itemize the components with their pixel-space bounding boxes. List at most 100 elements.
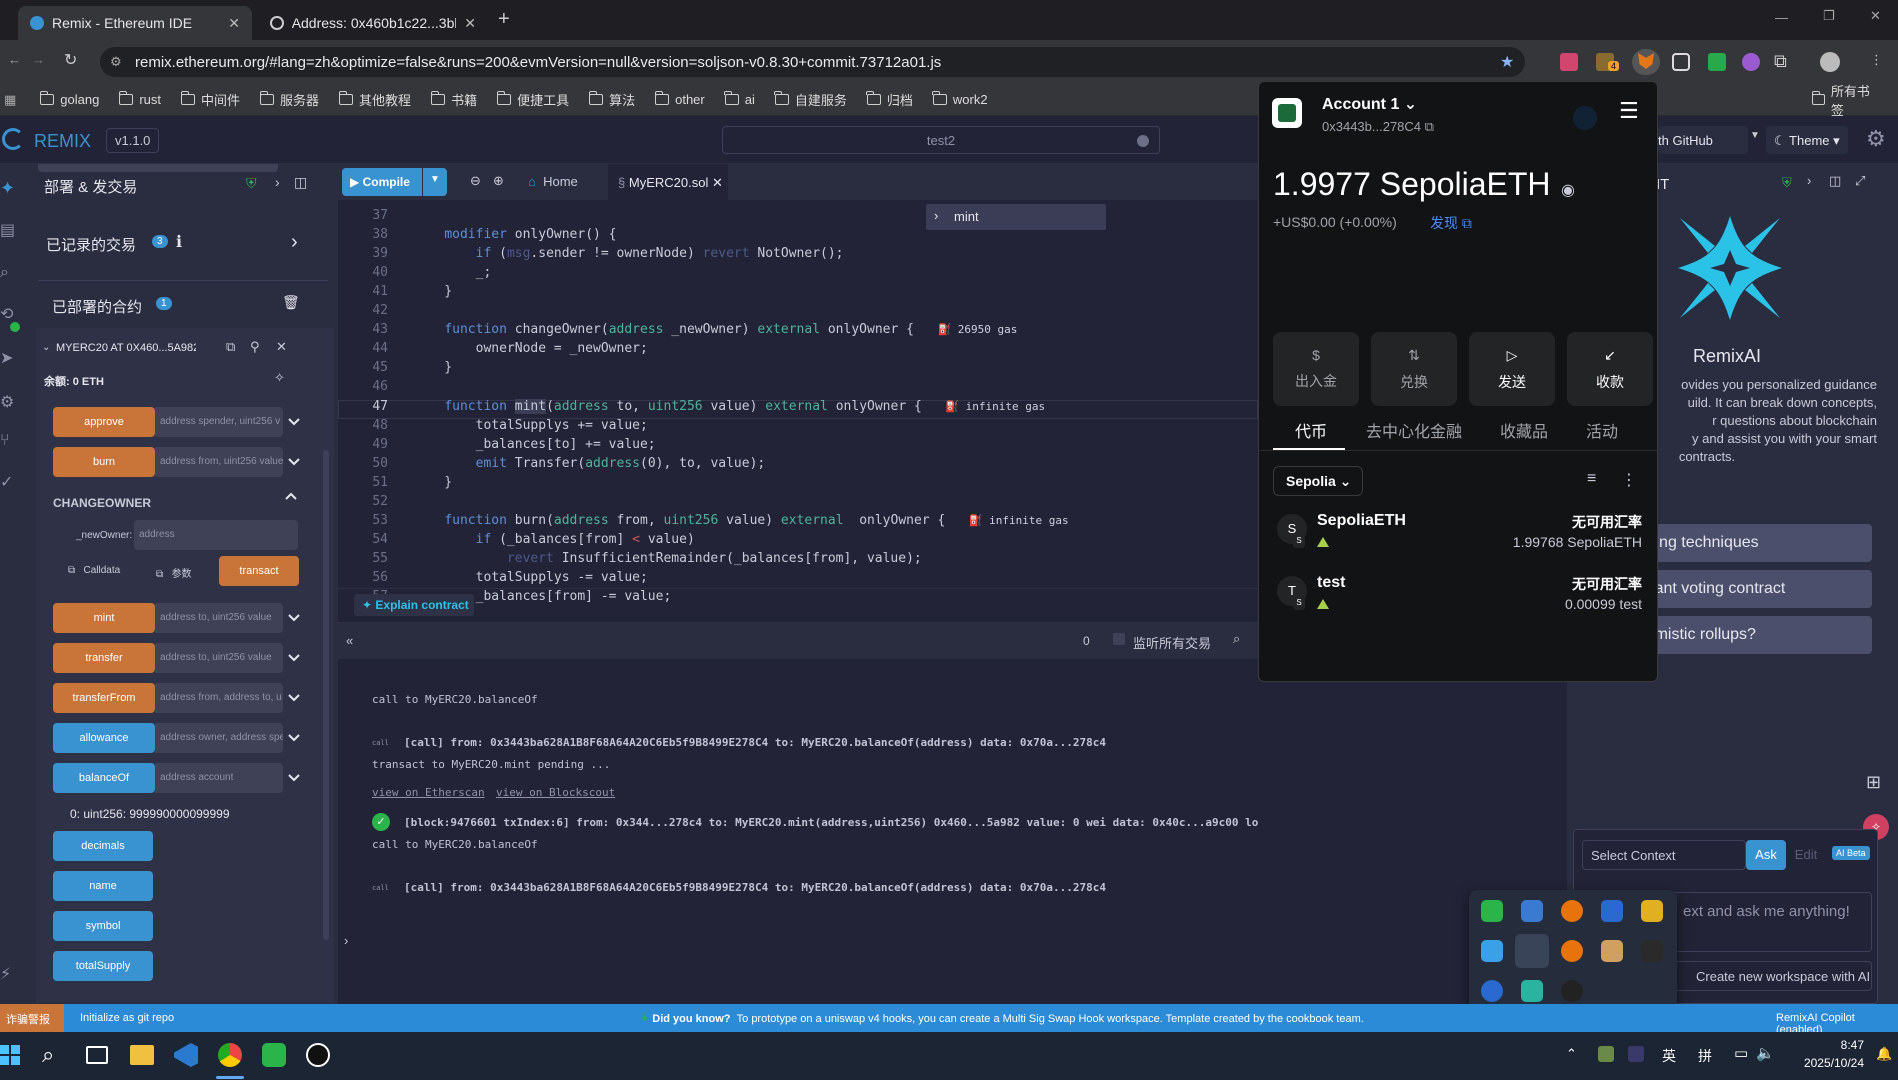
burn-button[interactable]: burn xyxy=(53,447,155,477)
init-git-button[interactable]: Initialize as git repo xyxy=(80,1012,174,1024)
bookmark-folder[interactable]: work2 xyxy=(932,91,988,107)
filter-icon[interactable]: ≡ xyxy=(1587,470,1596,488)
taskbar-search-icon[interactable]: ⌕ xyxy=(42,1042,54,1068)
expand-chevron-icon[interactable] xyxy=(288,774,300,782)
bookmark-folder[interactable]: other xyxy=(654,91,705,107)
back-icon[interactable]: ← xyxy=(8,52,21,67)
bookmark-folder[interactable]: 其他教程 xyxy=(338,90,411,109)
chevron-right-icon[interactable]: › xyxy=(275,174,280,190)
notification-icon[interactable]: 🔔 xyxy=(1876,1046,1892,1062)
params-button[interactable]: ⧉ 参数 xyxy=(156,565,191,580)
tray-app-icon[interactable] xyxy=(1521,900,1543,922)
chevron-right-icon[interactable]: › xyxy=(1807,173,1811,188)
github-login-button[interactable]: th GitHub xyxy=(1658,126,1748,154)
site-info-icon[interactable]: ⚙ xyxy=(110,54,122,70)
bookmark-folder[interactable]: 算法 xyxy=(588,90,635,109)
code-line[interactable]: 49 _balances[to] += value; xyxy=(338,435,1258,454)
token-row[interactable]: T S test 无可用汇率 0.00099 test xyxy=(1277,566,1642,620)
tray-expand-icon[interactable]: ⌃ xyxy=(1566,1046,1577,1062)
approve-button[interactable]: approve xyxy=(53,407,155,437)
code-line[interactable]: 55 revert InsufficientRemainder(_balance… xyxy=(338,549,1258,568)
bookmark-star-icon[interactable]: ★ xyxy=(1500,52,1514,72)
zoom-in-icon[interactable]: ⊕ xyxy=(493,173,504,189)
code-line[interactable]: 47 function mint(address to, uint256 val… xyxy=(338,397,1258,416)
workspace-selector[interactable]: test2 xyxy=(722,126,1160,154)
menu-hamburger-icon[interactable]: ☰ xyxy=(1619,98,1639,124)
code-line[interactable]: 56 totalSupplys -= value; xyxy=(338,568,1258,587)
expand-chevron-icon[interactable] xyxy=(288,418,300,426)
code-line[interactable]: 45 } xyxy=(338,358,1258,377)
expand-chevron-icon[interactable] xyxy=(288,458,300,466)
trash-icon[interactable]: 🗑 xyxy=(282,294,300,311)
more-options-icon[interactable]: ⋮ xyxy=(1621,470,1637,490)
code-line[interactable]: 48 totalSupplys += value; xyxy=(338,416,1258,435)
browser-menu-icon[interactable]: ⋮ xyxy=(1870,52,1883,68)
expand-chevron-icon[interactable] xyxy=(288,614,300,622)
nvidia-tray-icon[interactable] xyxy=(1641,940,1663,962)
swap-button[interactable]: ⇅ 兑换 xyxy=(1371,332,1457,406)
new-tab-icon[interactable]: + xyxy=(498,8,510,31)
collapse-terminal-icon[interactable]: « xyxy=(346,633,353,648)
ime-language-indicator[interactable]: 英 xyxy=(1662,1046,1676,1066)
close-tab-icon[interactable]: ✕ xyxy=(464,15,476,32)
bookmark-folder[interactable]: 便捷工具 xyxy=(496,90,569,109)
transferfrom-args-input[interactable]: address from, address to, u xyxy=(155,683,283,713)
extension-icon[interactable] xyxy=(1742,53,1760,71)
code-line[interactable]: 41 } xyxy=(338,282,1258,301)
github-dropdown-icon[interactable]: ▼ xyxy=(1750,130,1760,141)
extension-icon[interactable] xyxy=(1672,53,1690,71)
compile-button[interactable]: ▶ Compile xyxy=(342,168,422,196)
recorded-transactions-header[interactable]: 已记录的交易 3 ℹ › xyxy=(28,224,338,264)
code-line[interactable]: 50 emit Transfer(address(0), to, value); xyxy=(338,454,1258,473)
debugger-plugin-icon[interactable]: ⚙ xyxy=(0,392,14,412)
clock-time[interactable]: 8:47 xyxy=(1808,1038,1864,1052)
code-line[interactable]: 44 ownerNode = _newOwner; xyxy=(338,339,1258,358)
expand-chevron-icon[interactable] xyxy=(288,694,300,702)
tray-app-icon[interactable] xyxy=(1598,1046,1614,1062)
transfer-args-input[interactable]: address to, uint256 value xyxy=(155,643,283,673)
tab-home[interactable]: ⌂ Home xyxy=(528,174,578,189)
code-line[interactable]: 38 modifier onlyOwner() { xyxy=(338,225,1258,244)
plugin-manager-icon[interactable]: ⚡ xyxy=(0,964,11,984)
close-tab-icon[interactable]: ✕ xyxy=(712,175,723,190)
mint-args-input[interactable]: address to, uint256 value xyxy=(155,603,283,633)
collapse-chevron-icon[interactable]: ⌄ xyxy=(42,342,50,353)
bookmark-folder[interactable]: ai xyxy=(724,91,755,107)
theme-button[interactable]: ☾ Theme ▾ xyxy=(1766,126,1848,154)
code-line[interactable]: 40 _; xyxy=(338,263,1258,282)
maximize-icon[interactable]: ⤢ xyxy=(1855,173,1865,189)
reload-icon[interactable]: ↻ xyxy=(64,50,77,70)
settings-gear-icon[interactable]: ⚙ xyxy=(1866,126,1886,152)
test-plugin-icon[interactable]: ✓ xyxy=(0,472,13,492)
tab-etherscan[interactable]: Address: 0x460b1c22...3bb15 ✕ xyxy=(258,6,488,40)
tab-defi[interactable]: 去中心化金融 xyxy=(1366,418,1462,442)
code-line[interactable]: 37 xyxy=(338,206,1258,225)
qq-tray-icon[interactable] xyxy=(1561,980,1583,1002)
tray-app-icon[interactable] xyxy=(1641,900,1663,922)
eye-icon[interactable]: ◉ xyxy=(1561,180,1575,200)
tab-myerc20[interactable]: § MyERC20.sol ✕ xyxy=(608,164,728,200)
chrome-taskbar-icon[interactable] xyxy=(218,1043,242,1067)
ime-mode-indicator[interactable]: 拼 xyxy=(1698,1046,1712,1066)
code-line[interactable]: 51 } xyxy=(338,473,1258,492)
tab-activity[interactable]: 活动 xyxy=(1586,418,1618,442)
zoom-out-icon[interactable]: ⊖ xyxy=(470,173,481,189)
search-icon[interactable]: ⌕ xyxy=(1233,631,1240,647)
compiler-plugin-icon[interactable]: ⟲ xyxy=(0,304,13,324)
transfer-button[interactable]: transfer xyxy=(53,643,155,673)
etherscan-link[interactable]: view on Etherscan xyxy=(372,786,485,799)
bookmark-folder[interactable]: rust xyxy=(118,91,161,107)
explain-contract-button[interactable]: ✦ Explain contract xyxy=(354,594,474,616)
code-line[interactable]: 39 if (msg.sender != ownerNode) revert N… xyxy=(338,244,1258,263)
info-icon[interactable]: ℹ xyxy=(176,232,182,252)
expand-chevron-icon[interactable] xyxy=(288,734,300,742)
account-selector[interactable]: Account 1 ⌄ xyxy=(1322,94,1417,114)
name-button[interactable]: name xyxy=(53,871,153,901)
balanceof-button[interactable]: balanceOf xyxy=(53,763,155,793)
code-line[interactable]: 43 function changeOwner(address _newOwne… xyxy=(338,320,1258,339)
transact-button[interactable]: transact xyxy=(219,556,299,586)
bookmark-folder[interactable]: golang xyxy=(39,91,99,107)
all-bookmarks-folder[interactable]: 所有书签 xyxy=(1811,81,1878,119)
contract-instance-title[interactable]: MYERC20 AT 0X460...5A982 (B xyxy=(56,342,196,354)
bookmark-folder[interactable]: 服务器 xyxy=(259,90,319,109)
